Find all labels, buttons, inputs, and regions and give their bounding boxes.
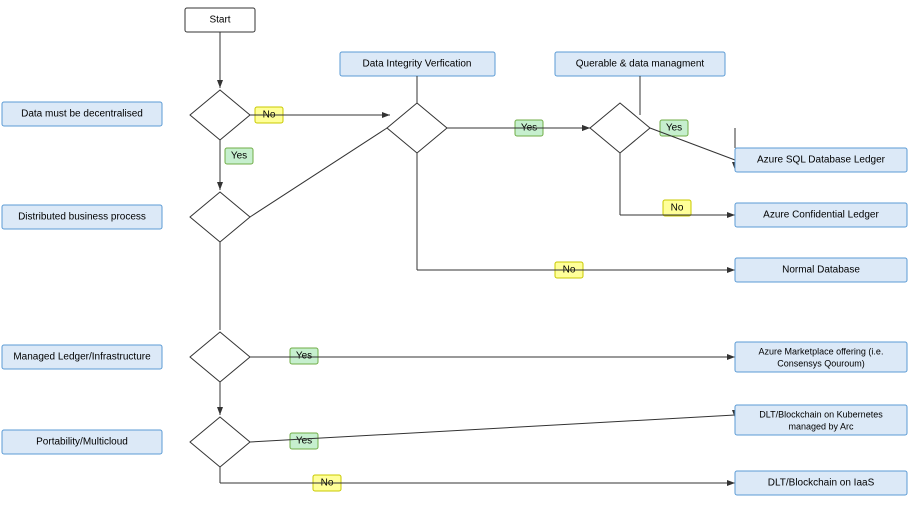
dlt-k8s-label2: managed by Arc	[788, 421, 854, 431]
data-decentralised-label: Data must be decentralised	[21, 109, 143, 120]
azure-marketplace-label1: Azure Marketplace offering (i.e.	[759, 346, 884, 356]
yes-text-1: Yes	[231, 151, 247, 162]
data-integrity-label: Data Integrity Verfication	[363, 59, 472, 70]
line-yes-6	[250, 415, 735, 442]
portability-label: Portability/Multicloud	[36, 437, 128, 448]
yes-text-4: Yes	[296, 351, 312, 362]
dlt-k8s-label1: DLT/Blockchain on Kubernetes	[759, 409, 883, 419]
dlt-iaas-label: DLT/Blockchain on IaaS	[768, 478, 875, 489]
azure-marketplace-label2: Consensys Qouroum)	[777, 358, 865, 368]
azure-sql-label: Azure SQL Database Ledger	[757, 155, 886, 166]
yes-text-3: Yes	[666, 123, 682, 134]
diamond-querable	[590, 103, 650, 153]
yes-text-5: Yes	[296, 436, 312, 447]
diamond-managed	[190, 332, 250, 382]
line-diamond2-to-integrity	[250, 128, 387, 217]
managed-ledger-label: Managed Ledger/Infrastructure	[13, 352, 151, 363]
start-label: Start	[209, 15, 230, 26]
diamond-decentralised	[190, 90, 250, 140]
distributed-bp-label: Distributed business process	[18, 212, 146, 223]
diamond-integrity	[387, 103, 447, 153]
diamond-portability	[190, 417, 250, 467]
azure-confidential-label: Azure Confidential Ledger	[763, 210, 879, 221]
line-yes-4	[650, 128, 735, 160]
diamond-distributed	[190, 192, 250, 242]
no-text-4: No	[671, 203, 684, 214]
querable-label: Querable & data managment	[576, 59, 705, 70]
normal-db-label: Normal Database	[782, 265, 860, 276]
